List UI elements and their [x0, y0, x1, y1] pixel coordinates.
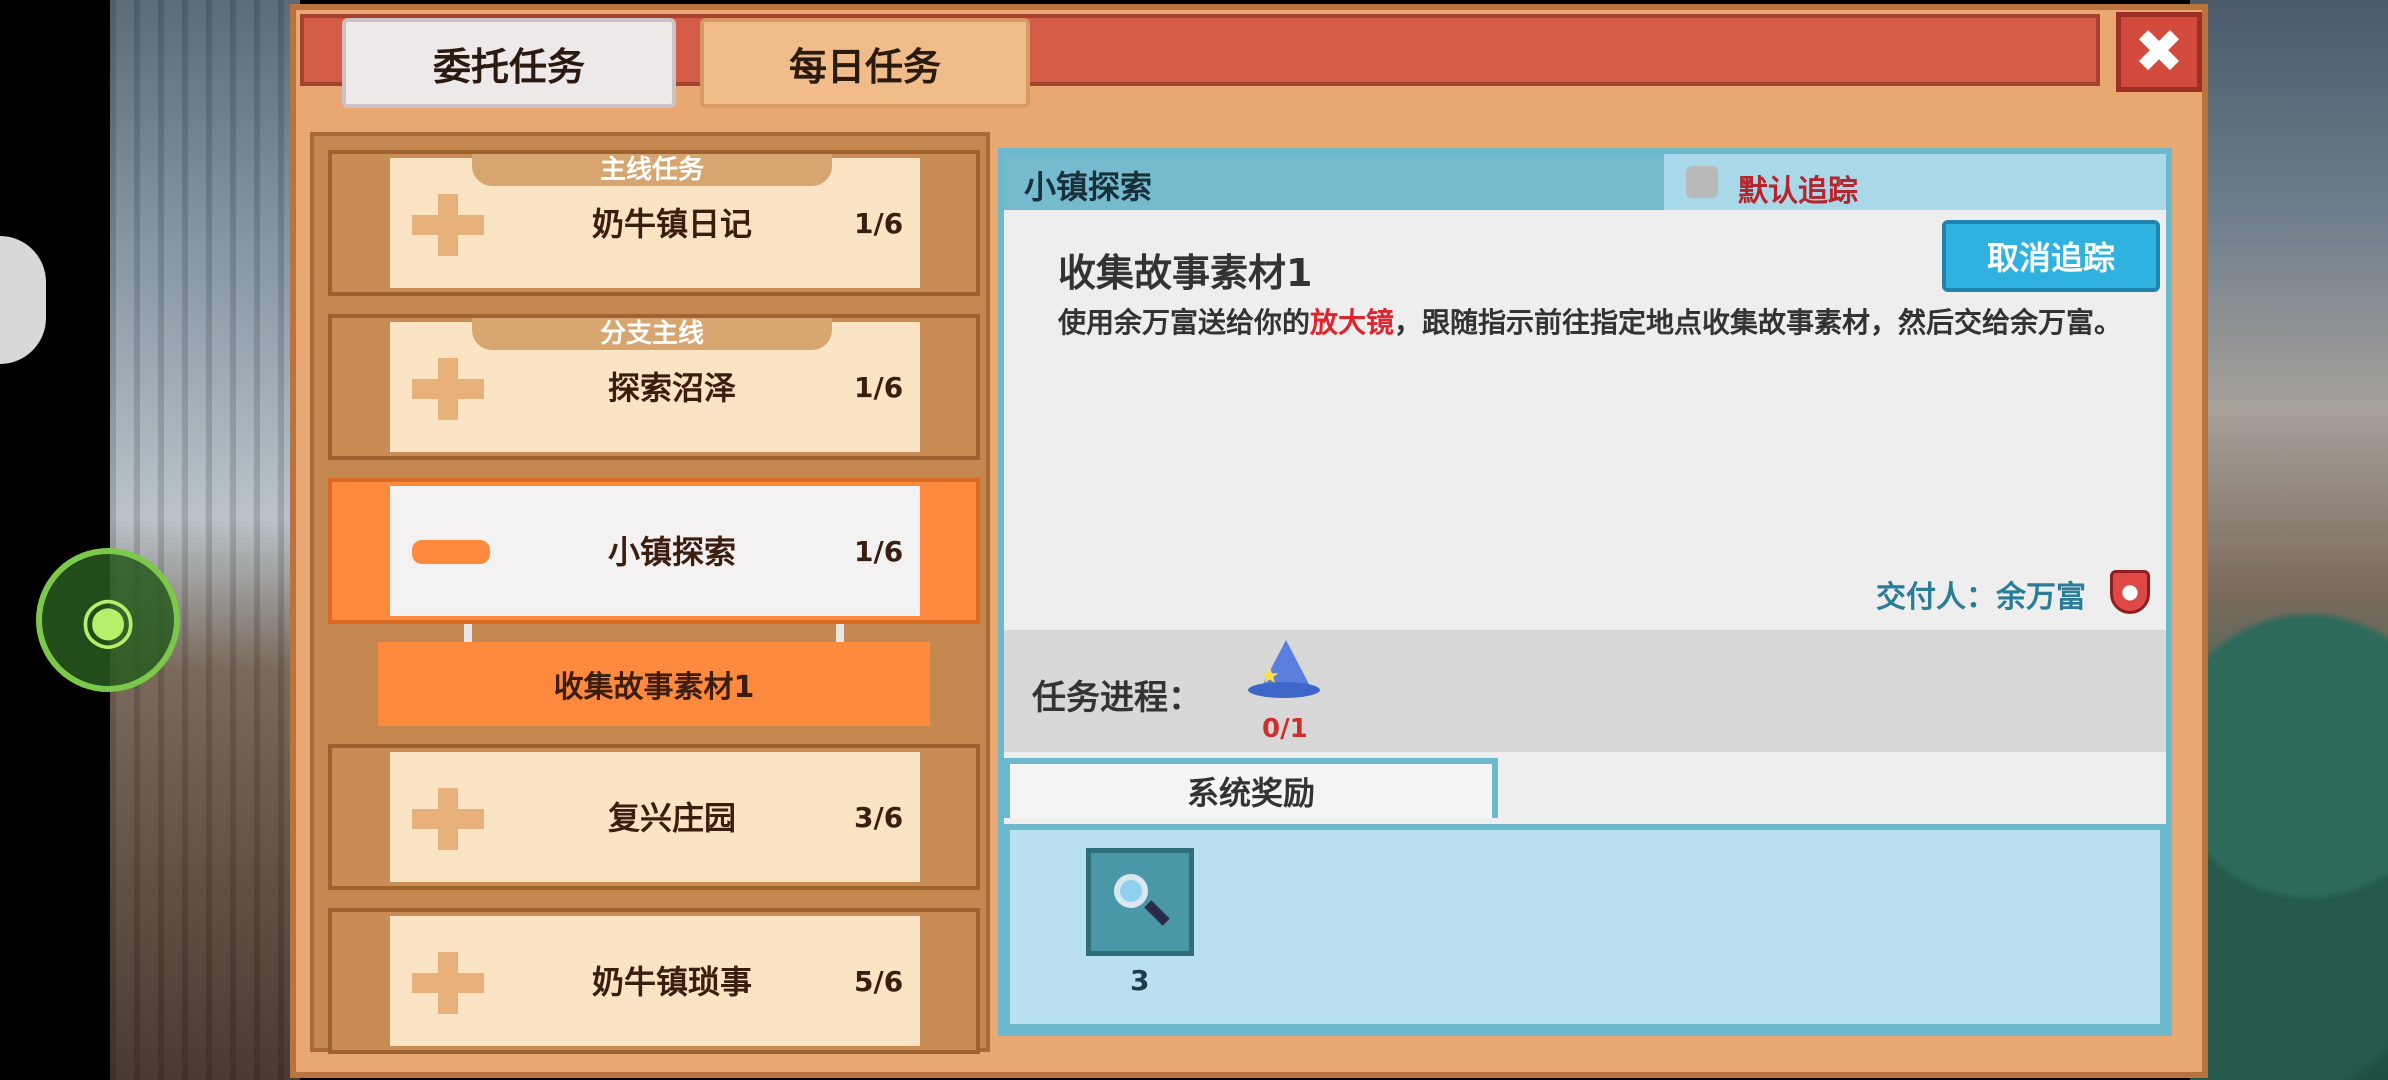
- quest-title: 奶牛镇日记: [591, 205, 752, 243]
- progress-label: 任务进程：: [1032, 678, 1202, 718]
- expand-plus-icon[interactable]: [412, 788, 484, 850]
- close-button[interactable]: ✖: [2116, 12, 2202, 92]
- quest-card-main[interactable]: 主线任务 奶牛镇日记 1/6: [328, 150, 980, 296]
- star-icon: ★: [1260, 664, 1280, 689]
- virtual-joystick[interactable]: ◉: [36, 548, 180, 692]
- quest-category-label: 主线任务: [472, 154, 832, 186]
- reward-count: 3: [1130, 964, 1150, 997]
- side-pull-button[interactable]: [0, 236, 46, 364]
- location-pin-icon[interactable]: ●: [2110, 570, 2150, 614]
- task-title: 收集故事素材1: [1058, 251, 1313, 295]
- subtask-item[interactable]: 收集故事素材1: [378, 642, 930, 726]
- progress-count: 0/1: [1262, 714, 1308, 744]
- task-description: 使用余万富送给你的放大镜，跟随指示前往指定地点收集故事素材，然后交给余万富。: [1058, 302, 2148, 344]
- background-right-scene: [2190, 0, 2388, 1080]
- quest-progress: 1/6: [854, 371, 904, 404]
- desc-text: ，跟随指示前往指定地点收集故事素材，然后交给余万富。: [1394, 306, 2123, 339]
- quest-progress: 1/6: [854, 207, 904, 240]
- gamepad-icon: ◉: [80, 583, 136, 657]
- tab-commission[interactable]: 委托任务: [342, 18, 676, 108]
- quest-title: 探索沼泽: [607, 369, 736, 407]
- quest-progress: 1/6: [854, 535, 904, 568]
- background-left-scene: [110, 0, 300, 1080]
- expand-plus-icon[interactable]: [412, 358, 484, 420]
- wizard-hat-icon: [1248, 640, 1320, 700]
- quest-progress: 5/6: [854, 965, 904, 998]
- quest-title: 复兴庄园: [607, 799, 736, 837]
- reward-tab[interactable]: 系统奖励: [1004, 758, 1498, 818]
- desc-highlight-item: 放大镜: [1310, 306, 1395, 339]
- quest-progress: 3/6: [854, 801, 904, 834]
- collapse-minus-icon[interactable]: [412, 540, 490, 564]
- detail-quest-name: 小镇探索: [1024, 168, 1153, 206]
- expand-plus-icon[interactable]: [412, 194, 484, 256]
- expand-plus-icon[interactable]: [412, 952, 484, 1014]
- quest-card-revive-manor[interactable]: 复兴庄园 3/6: [328, 744, 980, 890]
- reward-item-magnifier[interactable]: [1086, 848, 1194, 956]
- quest-category-label: 分支主线: [472, 318, 832, 350]
- quest-title: 奶牛镇琐事: [591, 963, 752, 1001]
- quest-card-branch[interactable]: 分支主线 探索沼泽 1/6: [328, 314, 980, 460]
- default-track-label: 默认追踪: [1738, 174, 1858, 209]
- untrack-button[interactable]: 取消追踪: [1942, 220, 2160, 292]
- subtask-connector: [464, 624, 472, 642]
- magnifier-icon: [1110, 872, 1170, 932]
- close-icon: ✖: [2133, 17, 2185, 87]
- quest-card-town-explore[interactable]: 小镇探索 1/6: [328, 478, 980, 624]
- quest-card-town-chores[interactable]: 奶牛镇琐事 5/6: [328, 908, 980, 1054]
- subtask-connector: [836, 624, 844, 642]
- quest-title: 小镇探索: [607, 533, 736, 571]
- desc-text: 使用余万富送给你的: [1058, 306, 1311, 339]
- tab-daily[interactable]: 每日任务: [700, 18, 1030, 108]
- submitter-label: 交付人：余万富: [1876, 580, 2086, 615]
- default-track-checkbox[interactable]: [1686, 166, 1718, 198]
